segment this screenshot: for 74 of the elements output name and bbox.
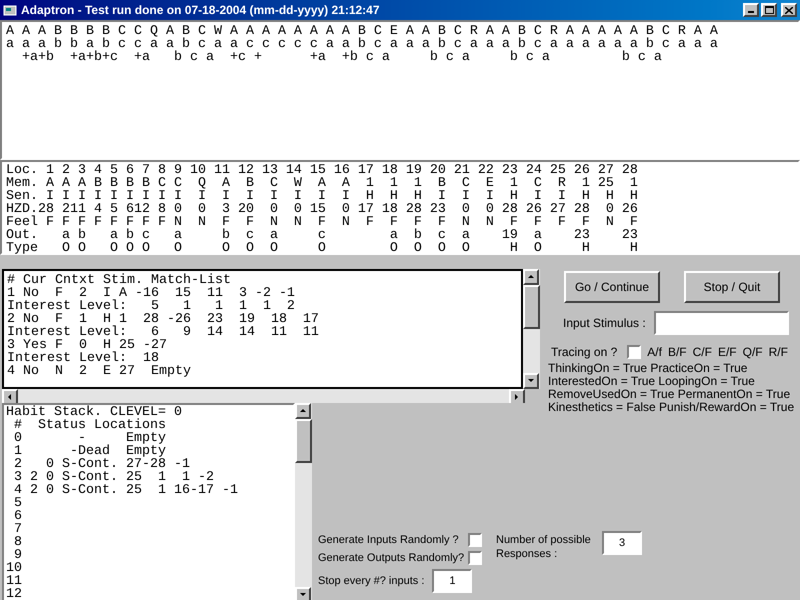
tracing-option: B/F [668,343,687,361]
action-button[interactable]: Go / Continue [564,271,660,303]
list-line: 2 0 S-Cont. 27-28 -1 [12,458,191,471]
table-row-text: Feel F F F F F F F F N N F F N N F N F F F F N N F F F F N F [6,216,639,229]
input-stimulus-field[interactable] [654,311,789,335]
habit-stack-list[interactable]: Habit Stack. CLEVEL= 0 # Status Locations 0 - Empty 1 -Dead Empty 2 0 S-Cont. 27-28 -1 3 2 0 S-Cont. 25 1 1 -2 4 2 0 S-Cont. 25 1 16-17 -1 5 6 7 8 9 10 11 12 [2,403,295,600]
list-line: 2 No F 1 H 1 28 -26 23 19 18 17 [7,313,320,326]
input-stimulus-label: Input Stimulus : [563,315,646,332]
tracing-label: Tracing on ? [551,344,618,361]
sequence-line: A A A B B B B C C Q A B C W A A A A A A A A B C E A A B C R A A B C R A A A A A B C R A A [6,25,719,38]
list-line: # Status Locations [12,419,167,432]
vertical-scrollbar[interactable] [523,269,540,389]
list-line: 4 No N 2 E 27 Empty [7,365,192,378]
list-line: Interest Level: 18 [7,352,159,365]
checkbox[interactable] [627,345,642,359]
list-line: 7 [12,523,23,536]
table-row-text: Type O O O O O O O O O O O O O O H O H H [6,242,639,255]
table-row-text: Sen. I I I I I I I I I I I I I I I I H H H I I I H I I H H H [6,190,639,203]
tracing-option: C/F [692,343,712,361]
scrollbar-thumb[interactable] [523,285,540,329]
list-line: 4 2 0 S-Cont. 25 1 16-17 -1 [12,484,239,497]
sequence-line: +a+b +a+b+c +a b c a +c + +a +b c a b c a b c a b c a [20,51,663,64]
list-line: 0 - Empty [12,432,167,445]
setting-line: RemoveUsedOn = True PermanentOn = True [548,388,792,401]
sequence-line: a a a b b a b c c a a b c a a c c c c c a a b c a a a b c a a a b c a a a a a a b c a a a [6,38,719,51]
option-label: Generate Inputs Randomly ? [318,532,459,548]
list-line: # Cur Cntxt Stim. Match-List [7,274,232,287]
list-line: 5 [12,497,23,510]
list-line: 8 [12,536,23,549]
close-icon [785,6,793,14]
tracing-option: R/F [768,343,788,361]
app-icon [3,3,17,17]
action-button[interactable]: Stop / Quit [684,271,780,303]
context-list[interactable] [2,269,523,389]
list-line: 1 No F 2 I A -16 15 11 3 -2 -1 [7,287,296,300]
window-title: Adaptron - Test run done on 07-18-2004 (mm-dd-yyyy) 21:12:47 [21,2,381,19]
stop-every-label: Stop every #? inputs : [318,574,424,589]
maximize-button[interactable] [761,3,777,17]
table-row-text: Loc. 1 2 3 4 5 6 7 8 9 10 11 12 13 14 15 16 17 18 19 20 21 22 23 24 25 26 27 28 [6,164,639,177]
arrow-icon [527,273,535,281]
list-line: Interest Level: 5 1 1 1 1 2 [7,300,296,313]
list-line: 12 [6,588,23,600]
arrow-icon [299,407,307,415]
arrow-icon [299,591,307,599]
scrollbar-thumb[interactable] [295,419,312,463]
table-row-text: HZD.28 211 4 5 612 8 0 0 3 20 0 0 15 0 17 18 28 23 0 0 28 26 27 28 0 26 [6,203,639,216]
setting-line: ThinkingOn = True PracticeOn = True [548,362,748,375]
setting-line: InterestedOn = True LoopingOn = True [548,375,756,388]
stop-every-field[interactable]: 1 [432,569,472,593]
close-button[interactable] [781,3,797,17]
list-line: 6 [12,510,23,523]
list-line: 1 -Dead Empty [12,445,167,458]
list-line: 3 Yes F 0 H 25 -27 [7,339,168,352]
option-label: Generate Outputs Randomly? [318,550,464,566]
table-row-text: Out. a b a b c a b c a c a b c a 19 a 23 23 [6,229,639,242]
arrow-icon [6,393,14,401]
list-line: 11 [6,575,23,588]
horizontal-scrollbar[interactable] [2,389,525,403]
list-line: 10 [6,562,23,575]
table-row-text: Mem. A A A B B B B C C Q A B C W A A 1 1 1 B C E 1 C R 1 25 1 [6,177,639,190]
list-line: Habit Stack. CLEVEL= 0 [6,406,183,419]
tracing-option: E/F [718,343,737,361]
tracing-option: Q/F [742,343,763,361]
minimize-button[interactable] [743,3,759,17]
responses-label: Number of possible Responses : [496,533,592,561]
list-line: Interest Level: 6 9 14 14 11 11 [7,326,320,339]
checkbox[interactable] [468,551,482,565]
setting-line: Kinesthetics = False Punish/RewardOn = True [548,401,796,414]
tracing-option: A/f [647,343,662,361]
list-line: 3 2 0 S-Cont. 25 1 1 -2 [12,471,215,484]
responses-field[interactable]: 3 [602,531,642,555]
checkbox[interactable] [468,533,482,547]
list-line: 9 [14,549,23,562]
vertical-scrollbar[interactable] [295,403,312,600]
